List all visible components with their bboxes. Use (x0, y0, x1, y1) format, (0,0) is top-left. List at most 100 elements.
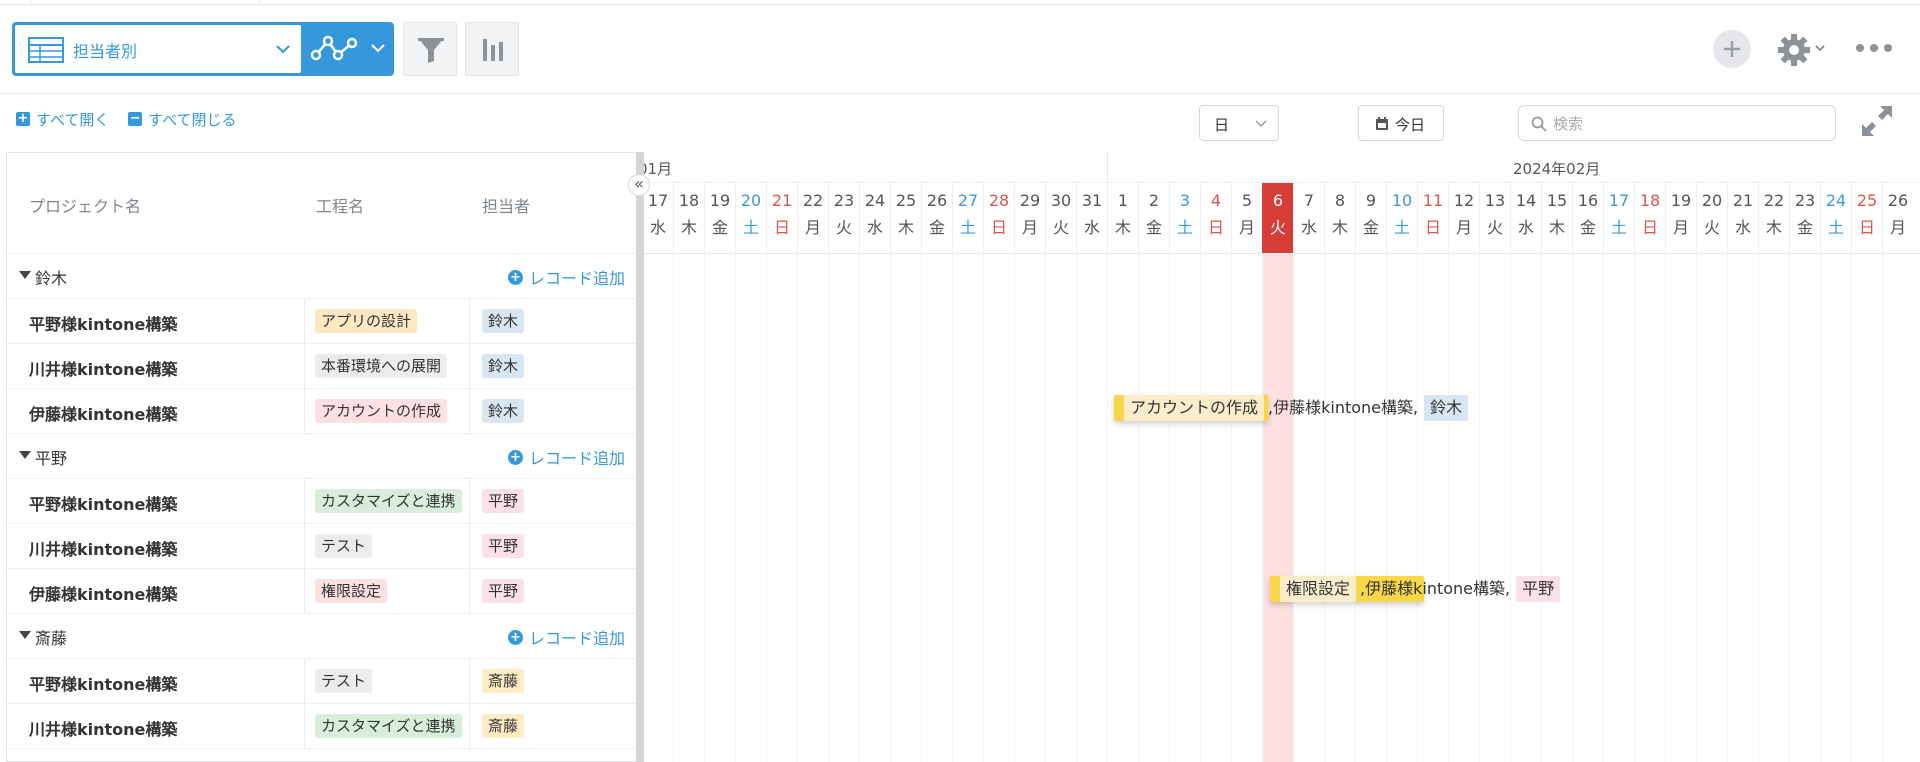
grid-line (735, 253, 736, 762)
plus-circle-icon: + (507, 449, 523, 465)
view-selector-dropdown[interactable]: 担当者別 (15, 25, 301, 73)
expand-all-link[interactable]: + すべて開く (16, 109, 109, 130)
project-name[interactable]: 川井様kintone構築 (29, 536, 177, 560)
weekday: 木 (1331, 218, 1348, 237)
day-number: 2 (1148, 191, 1160, 210)
bar-project: 伊藤様kintone構築 (1273, 398, 1414, 417)
gantt-graph-icon[interactable] (310, 33, 358, 65)
gantt-bar-label[interactable]: 権限設定, 伊藤様kintone構築, 平野 (1280, 576, 1561, 602)
weekday: 金 (928, 218, 945, 237)
grid-line (1355, 253, 1356, 762)
weekday: 土 (1176, 218, 1193, 237)
day-column-header: 3土 (1169, 183, 1200, 253)
project-name[interactable]: 平野様kintone構築 (29, 491, 177, 515)
filter-button[interactable] (403, 22, 457, 76)
weekday: 日 (773, 218, 790, 237)
grid-line (1696, 253, 1697, 762)
collapse-all-link[interactable]: − すべて閉じる (128, 109, 237, 130)
process-tag: テスト (315, 534, 373, 558)
grid-line (1417, 253, 1418, 762)
cell-divider (304, 569, 305, 614)
chevron-down-icon[interactable] (1814, 42, 1826, 54)
bar-assignee: 鈴木 (1424, 395, 1469, 421)
weekday: 木 (1765, 218, 1782, 237)
day-column-header: 31 水 (1076, 183, 1107, 253)
table-row[interactable]: 平野様kintone構築 テスト 斎藤 (7, 659, 636, 704)
add-record-link[interactable]: + レコード追加 (507, 445, 625, 469)
grid-line (1231, 253, 1232, 762)
weekday: 金 (1145, 218, 1162, 237)
day-number: 1 (1117, 191, 1129, 210)
panel-splitter[interactable] (636, 152, 644, 762)
weekday: 火 (1703, 218, 1720, 237)
grid-line (1014, 253, 1015, 762)
day-number: 24 (864, 191, 886, 210)
add-record-link[interactable]: + レコード追加 (507, 265, 625, 289)
project-name[interactable]: 伊藤様kintone構築 (29, 401, 177, 425)
weekday: 月 (1021, 218, 1038, 237)
table-row[interactable]: 川井様kintone構築 カスタマイズと連携 斎藤 (7, 704, 636, 749)
table-row[interactable]: 伊藤様kintone構築 アカウントの作成 鈴木 (7, 389, 636, 434)
caret-down-icon[interactable] (19, 631, 31, 639)
weekday: 水 (649, 218, 666, 237)
assignee-tag: 斎藤 (482, 669, 525, 693)
table-row[interactable]: 伊藤様kintone構築 権限設定 平野 (7, 569, 636, 614)
plus-square-icon: + (16, 111, 30, 126)
view-selector[interactable]: 担当者別 (12, 22, 394, 76)
gear-icon[interactable] (1776, 32, 1812, 68)
day-number: 12 (1453, 191, 1475, 210)
cell-divider (469, 569, 470, 614)
weekday: 土 (742, 218, 759, 237)
search-input[interactable] (1553, 112, 1823, 136)
table-row[interactable]: 川井様kintone構築 テスト 平野 (7, 524, 636, 569)
cell-divider (469, 479, 470, 524)
chevron-down-icon[interactable] (368, 38, 388, 58)
gantt-bar-label[interactable]: アカウントの作成, 伊藤様kintone構築, 鈴木 (1124, 395, 1469, 421)
grid-line (1324, 253, 1325, 762)
project-name[interactable]: 平野様kintone構築 (29, 311, 177, 335)
weekday: 月 (1672, 218, 1689, 237)
table-row[interactable]: 川井様kintone構築 本番環境への展開 鈴木 (7, 344, 636, 389)
day-number: 19 (1670, 191, 1692, 210)
caret-down-icon[interactable] (19, 271, 31, 279)
day-column-header: 25 日 (1851, 183, 1882, 253)
weekday: 月 (1238, 218, 1255, 237)
project-name[interactable]: 伊藤様kintone構築 (29, 581, 177, 605)
day-column-header: 19 月 (1665, 183, 1696, 253)
day-column-header: 15 木 (1541, 183, 1572, 253)
day-column-header: 17 土 (1603, 183, 1634, 253)
today-button[interactable]: 今日 (1358, 105, 1444, 141)
add-record-button[interactable] (1713, 30, 1751, 68)
weekday: 土 (1827, 218, 1844, 237)
table-row[interactable]: 平野様kintone構築 カスタマイズと連携 平野 (7, 479, 636, 524)
add-record-link[interactable]: + レコード追加 (507, 625, 625, 649)
day-number: 24 (1825, 191, 1847, 210)
calendar-icon (1376, 117, 1388, 130)
project-name[interactable]: 平野様kintone構築 (29, 671, 177, 695)
day-number: 21 (1732, 191, 1754, 210)
project-name[interactable]: 川井様kintone構築 (29, 716, 177, 740)
record-list-header: プロジェクト名 工程名 担当者 (7, 153, 636, 254)
day-number: 13 (1484, 191, 1506, 210)
graph-button[interactable] (465, 22, 519, 76)
tab-stub[interactable] (30, 0, 260, 5)
table-row[interactable]: 平野様kintone構築 アプリの設計 鈴木 (7, 299, 636, 344)
day-number: 27 (957, 191, 979, 210)
scale-select[interactable]: 日 (1199, 105, 1279, 141)
day-number: 15 (1546, 191, 1568, 210)
grid-line (1076, 253, 1077, 762)
weekday: 金 (1579, 218, 1596, 237)
project-name[interactable]: 川井様kintone構築 (29, 356, 177, 380)
day-column-header: 22 月 (797, 183, 828, 253)
bar-separator: , (1413, 398, 1419, 417)
bar-process: 権限設定 (1280, 576, 1357, 602)
weekday: 火 (835, 218, 852, 237)
more-options-icon[interactable] (1852, 38, 1896, 58)
weekday: 土 (1393, 218, 1410, 237)
fullscreen-icon[interactable] (1860, 104, 1894, 138)
weekday: 木 (1114, 218, 1131, 237)
weekday: 木 (1548, 218, 1565, 237)
month-label: 2024年02月 (1513, 160, 1601, 178)
day-number: 23 (833, 191, 855, 210)
caret-down-icon[interactable] (19, 451, 31, 459)
